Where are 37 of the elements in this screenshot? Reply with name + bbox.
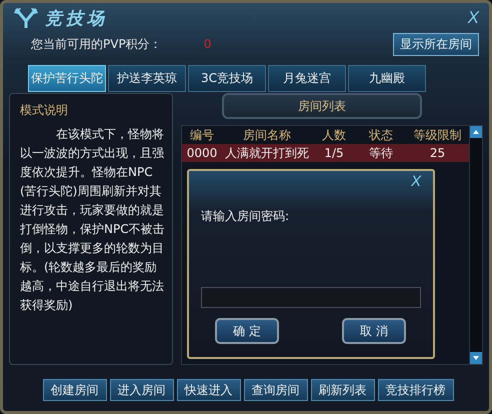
- close-button[interactable]: X: [466, 8, 481, 28]
- action-button[interactable]: 查询房间: [244, 379, 308, 401]
- scroll-down-icon[interactable]: [470, 352, 482, 364]
- column-header: 编号: [189, 126, 215, 144]
- column-header: 等级限制: [412, 126, 462, 144]
- table-cell-text: 等待: [368, 144, 394, 162]
- pvp-points-value: 0: [204, 37, 212, 51]
- mode-description: 在该模式下，怪物将以一波波的方式出现，且强度依次提升。怪物在NPC(苦行头陀)周围刷新并对其进行攻击，玩家要做的就是打倒怪物，保护NPC不被击倒，以支撑更多的轮数为目标。(轮数越多最后的奖励越高，中途自行退出将无法获得奖励): [20, 126, 166, 314]
- window-title: 竞技场: [45, 8, 108, 30]
- pvp-points-label: 您当前可用的PVP积分：: [31, 36, 162, 52]
- mode-tab[interactable]: 保护苦行头陀: [28, 65, 106, 92]
- action-button[interactable]: 创建房间: [42, 379, 106, 401]
- dialog-close-button[interactable]: X: [410, 171, 421, 190]
- password-prompt: 请输入房间密码:: [201, 208, 290, 225]
- table-cell-text: 25: [428, 146, 446, 160]
- column-header: 状态: [368, 126, 394, 144]
- room-list-title: 房间列表: [222, 93, 422, 119]
- room-row[interactable]: 0000 人满就开打到死 1/5 等待 25: [182, 144, 469, 162]
- column-header: 房间名称: [242, 126, 292, 144]
- mode-tab[interactable]: 3C竞技场: [188, 65, 266, 92]
- mode-tab[interactable]: 护送李英琼: [108, 65, 186, 92]
- action-button[interactable]: 刷新列表: [310, 379, 374, 401]
- table-cell-text: 1/5: [323, 146, 345, 160]
- show-room-button[interactable]: 显示所在房间: [393, 32, 479, 56]
- password-field[interactable]: [201, 287, 421, 308]
- column-header: 人数: [321, 126, 347, 144]
- scroll-up-icon[interactable]: [470, 126, 482, 138]
- table-cell-text: 人满就开打到死: [224, 144, 310, 162]
- mode-title: 模式说明: [20, 102, 69, 119]
- confirm-button[interactable]: 确 定: [215, 318, 279, 344]
- table-cell-text: 0000: [186, 146, 218, 160]
- mode-tab[interactable]: 九幽殿: [348, 65, 426, 92]
- action-button[interactable]: 竞技排行榜: [378, 379, 454, 401]
- mode-tab[interactable]: 月兔迷宫: [268, 65, 346, 92]
- action-button[interactable]: 进入房间: [110, 379, 174, 401]
- cancel-button[interactable]: 取 消: [342, 318, 406, 344]
- action-button[interactable]: 快速进入: [176, 379, 240, 401]
